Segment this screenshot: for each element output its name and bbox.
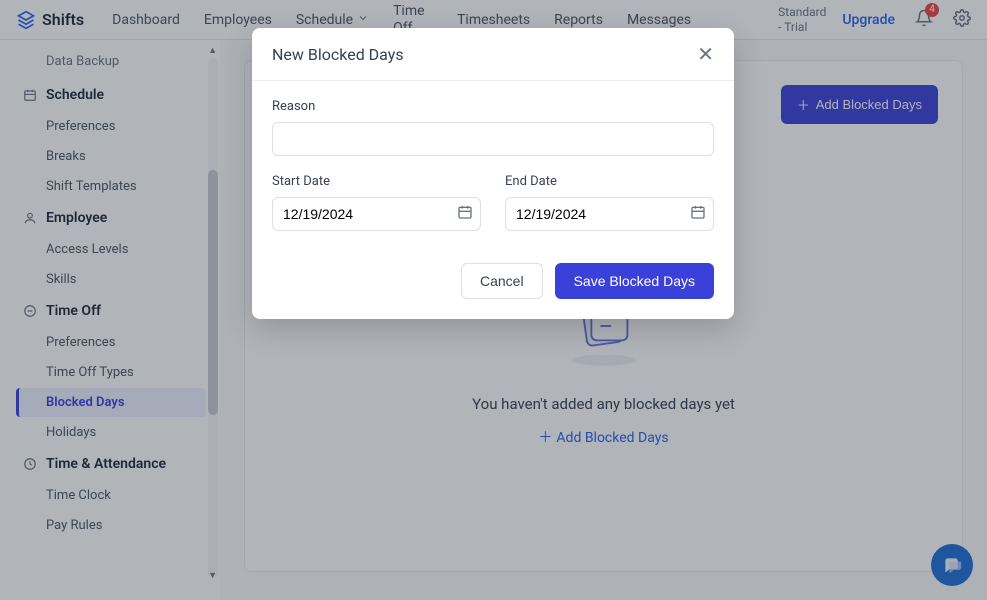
start-date-label: Start Date [272, 174, 481, 189]
close-icon: ✕ [697, 42, 714, 66]
reason-label: Reason [272, 99, 714, 114]
end-date-input[interactable] [505, 197, 714, 231]
save-blocked-days-button[interactable]: Save Blocked Days [555, 263, 714, 299]
modal-footer: Cancel Save Blocked Days [252, 239, 734, 319]
cancel-button[interactable]: Cancel [461, 263, 543, 299]
new-blocked-days-modal: New Blocked Days ✕ Reason Start Date End… [252, 28, 734, 319]
modal-body: Reason Start Date End Date [252, 81, 734, 239]
modal-header: New Blocked Days ✕ [252, 28, 734, 81]
modal-close-button[interactable]: ✕ [697, 44, 714, 64]
reason-input[interactable] [272, 122, 714, 156]
start-date-input[interactable] [272, 197, 481, 231]
modal-title: New Blocked Days [272, 45, 404, 64]
end-date-label: End Date [505, 174, 714, 189]
